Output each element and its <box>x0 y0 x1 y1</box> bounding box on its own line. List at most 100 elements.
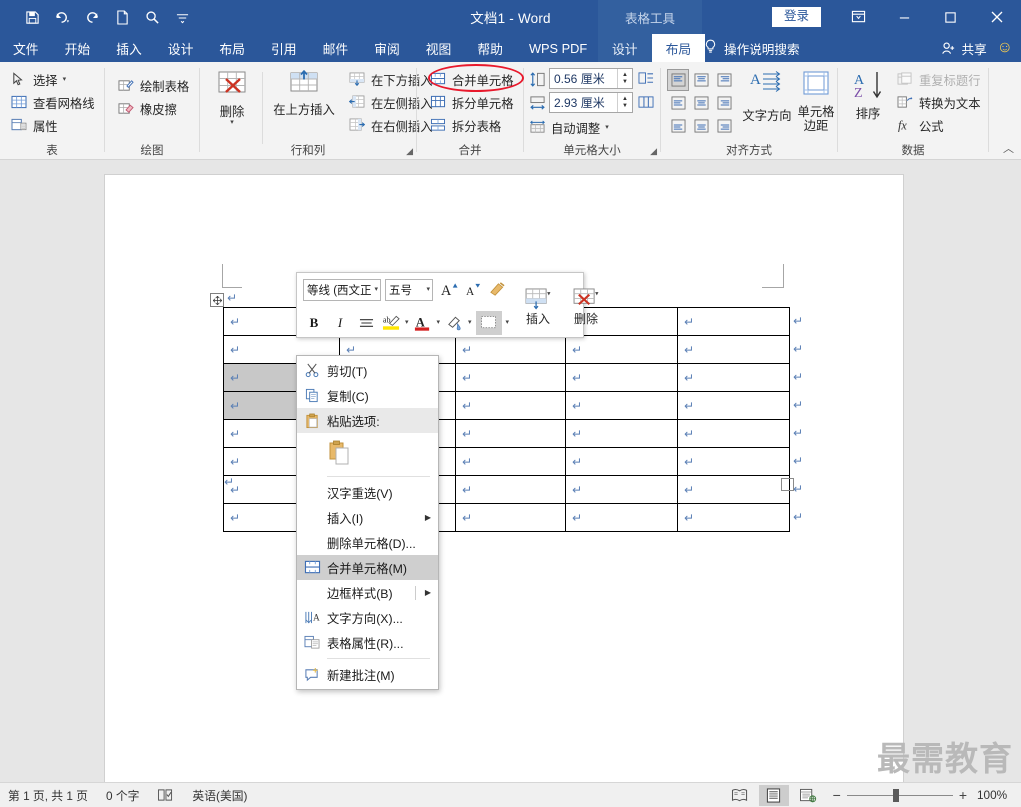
context-menu-item-cut[interactable]: 剪切(T) <box>297 358 438 383</box>
ribbon-insert-above-button[interactable]: 在上方插入 <box>266 69 342 117</box>
table-cell[interactable]: ↵ <box>565 363 678 392</box>
format-painter-icon[interactable] <box>486 278 508 302</box>
page-info[interactable]: 第 1 页, 共 1 页 <box>8 787 88 804</box>
ribbon-convert-to-text-button[interactable]: 转换为文本 <box>894 91 984 114</box>
align-middle-center-button[interactable] <box>690 92 712 114</box>
table-cell[interactable]: ↵ <box>565 447 678 476</box>
document-page[interactable]: ↵ ↵ ↵ ↵ ↵ ↵ ↵ ↵ ↵ ↵ ↵ ↵ ↵ ↵ ↵ ↵ ↵ ↵ ↵ ↵ … <box>104 174 904 782</box>
row-height-input[interactable]: 0.56 厘米 ▲ ▼ <box>549 68 633 89</box>
context-menu-item-new-comment[interactable]: 新建批注(M) <box>297 662 438 687</box>
distribute-rows-icon[interactable] <box>638 71 655 86</box>
tell-me-search[interactable]: 操作说明搜索 <box>704 34 800 62</box>
align-bottom-center-button[interactable] <box>690 115 712 137</box>
proofing-icon[interactable] <box>157 788 174 802</box>
distribute-columns-icon[interactable] <box>638 95 655 110</box>
table-cell[interactable]: ↵ <box>565 419 678 448</box>
italic-button[interactable]: I <box>329 311 351 335</box>
table-cell[interactable]: ↵ <box>677 363 790 392</box>
ribbon-merge-cells-button[interactable]: 合并单元格 <box>427 68 517 91</box>
mini-formatting-toolbar[interactable]: 等线 (西文正 ▾ 五号 ▾ A A B I ab ▾ A ▾ ▾ ▾ ▾ 插入… <box>296 272 599 338</box>
tab-design[interactable]: 设计 <box>155 34 207 62</box>
table-cell[interactable]: ↵ <box>677 419 790 448</box>
maximize-icon[interactable] <box>927 0 973 34</box>
mini-delete-button[interactable]: ▾ 删除 <box>563 277 609 337</box>
context-menu-paste-gallery[interactable] <box>297 433 438 473</box>
redo-icon[interactable] <box>78 4 106 30</box>
table-cell[interactable]: ↵ <box>455 335 566 364</box>
borders-icon[interactable] <box>475 310 502 335</box>
context-menu-item-text-direction[interactable]: A 文字方向(X)... <box>297 605 438 630</box>
context-menu-item-merge-cells[interactable]: 合并单元格(M) <box>297 555 438 580</box>
context-menu-item-insert[interactable]: 插入(I) ▶ <box>297 505 438 530</box>
ribbon-sort-button[interactable]: AZ 排序 <box>846 70 890 121</box>
zoom-track[interactable] <box>846 788 953 802</box>
align-middle-right-button[interactable] <box>713 92 735 114</box>
context-menu[interactable]: 剪切(T) 复制(C) 粘贴选项: 汉字重选(V) 插入(I) ▶ 删除单元格(… <box>296 355 439 690</box>
ribbon-display-options-icon[interactable] <box>835 0 881 34</box>
table-cell[interactable]: ↵ <box>677 335 790 364</box>
context-menu-item-delete-cells[interactable]: 删除单元格(D)... <box>297 530 438 555</box>
table-cell[interactable]: ↵ <box>565 391 678 420</box>
mini-insert-button[interactable]: ▾ 插入 <box>515 277 561 337</box>
zoom-out-button[interactable]: − <box>833 787 841 803</box>
web-layout-view-button[interactable] <box>793 785 823 806</box>
ribbon-repeat-header-button[interactable]: 重复标题行 <box>894 68 984 91</box>
table-cell[interactable]: ↵ <box>677 447 790 476</box>
column-width-stepper[interactable]: ▲ ▼ <box>617 93 632 112</box>
chevron-down-icon[interactable]: ▾ <box>405 319 409 326</box>
tab-home[interactable]: 开始 <box>52 34 104 62</box>
zoom-thumb[interactable] <box>892 788 899 802</box>
table-cell[interactable]: ↵ <box>677 391 790 420</box>
ribbon-eraser-button[interactable]: 橡皮擦 <box>115 97 192 120</box>
context-menu-item-border-styles[interactable]: 边框样式(B) ▶ <box>297 580 438 605</box>
ribbon-cell-margins-button[interactable]: 单元格 边距 <box>795 70 837 133</box>
tab-file[interactable]: 文件 <box>0 34 52 62</box>
ribbon-select-button[interactable]: 选择 ▾ <box>8 68 98 91</box>
tab-references[interactable]: 引用 <box>258 34 310 62</box>
zoom-slider[interactable]: − + <box>833 787 967 803</box>
table-cell[interactable]: ↵ <box>565 475 678 504</box>
align-bottom-left-button[interactable] <box>667 115 689 137</box>
minimize-icon[interactable] <box>881 0 927 34</box>
tab-help[interactable]: 帮助 <box>464 34 516 62</box>
read-mode-view-button[interactable] <box>725 785 755 806</box>
ribbon-view-gridlines-button[interactable]: 查看网格线 <box>8 91 98 114</box>
table-cell[interactable]: ↵ <box>677 475 790 504</box>
table-cell[interactable]: ↵ <box>565 335 678 364</box>
new-doc-icon[interactable] <box>108 4 136 30</box>
align-top-left-button[interactable] <box>667 69 689 91</box>
font-name-combo[interactable]: 等线 (西文正 ▾ <box>303 278 381 301</box>
tab-review[interactable]: 审阅 <box>361 34 413 62</box>
table-resize-handle[interactable] <box>781 478 794 491</box>
ribbon-text-direction-button[interactable]: A 文字方向 <box>741 70 793 123</box>
table-cell[interactable]: ↵ <box>455 503 566 532</box>
text-highlight-icon[interactable]: ab <box>381 311 401 335</box>
context-menu-item-copy[interactable]: 复制(C) <box>297 383 438 408</box>
tab-table-layout[interactable]: 布局 <box>651 34 706 62</box>
row-height-stepper[interactable]: ▲ ▼ <box>617 69 632 88</box>
table-cell[interactable]: ↵ <box>565 503 678 532</box>
align-top-right-button[interactable] <box>713 69 735 91</box>
undo-icon[interactable] <box>48 4 76 30</box>
align-top-center-button[interactable] <box>690 69 712 91</box>
sign-in-button[interactable]: 登录 <box>771 6 821 28</box>
tab-table-design[interactable]: 设计 <box>598 34 652 62</box>
tab-layout[interactable]: 布局 <box>206 34 258 62</box>
document-area[interactable]: ↵ ↵ ↵ ↵ ↵ ↵ ↵ ↵ ↵ ↵ ↵ ↵ ↵ ↵ ↵ ↵ ↵ ↵ ↵ ↵ … <box>0 160 1021 782</box>
zoom-level[interactable]: 100% <box>977 788 1011 802</box>
ribbon-delete-button[interactable]: 删除 ▾ <box>206 70 258 126</box>
table-move-handle[interactable] <box>210 293 224 307</box>
cell-size-dialog-launcher[interactable]: ◢ <box>650 146 657 157</box>
tab-view[interactable]: 视图 <box>413 34 465 62</box>
feedback-smiley-icon[interactable]: ☺ <box>997 39 1013 57</box>
shrink-font-button[interactable]: A <box>462 278 484 302</box>
bold-button[interactable]: B <box>303 311 325 335</box>
zoom-in-button[interactable]: + <box>959 787 967 803</box>
ribbon-formula-button[interactable]: fx 公式 <box>894 114 984 137</box>
tab-wps-pdf[interactable]: WPS PDF <box>516 34 600 62</box>
share-person-icon[interactable]: 共享 <box>941 39 987 58</box>
table-cell[interactable]: ↵ <box>455 475 566 504</box>
context-menu-item-table-properties[interactable]: 表格属性(R)... <box>297 630 438 655</box>
font-color-icon[interactable]: A <box>413 311 433 335</box>
table-cell[interactable]: ↵ <box>455 363 566 392</box>
